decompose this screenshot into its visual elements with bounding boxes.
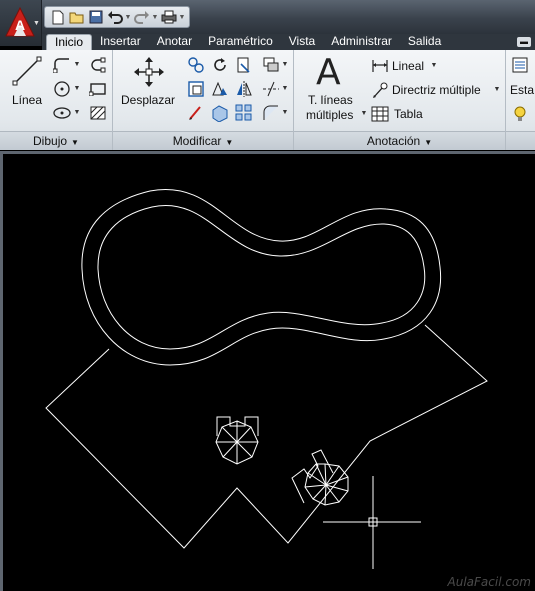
ribbon-minimize-icon[interactable]: ▬ [517,37,531,47]
ellipse-icon[interactable] [52,104,72,122]
multileader-label[interactable]: Directriz múltiple [392,83,481,97]
stretch-icon[interactable] [186,80,206,98]
ribbon: Línea ▼ ▼ ▼ Dibujo ▼ Desplazar ▼ ▼ ▼ Mod… [0,50,535,150]
move-icon[interactable] [133,56,165,88]
linear-dimension-label[interactable]: Lineal [392,59,424,73]
mirror-icon[interactable] [210,80,230,98]
pool-deck-outline[interactable] [45,324,488,549]
panel-modificar-footer[interactable]: Modificar ▼ [113,131,293,150]
panel-modificar-title: Modificar [172,134,222,148]
panel-anotacion-footer[interactable]: Anotación ▼ [294,131,505,150]
linetype-dropdown-icon[interactable]: ▼ [281,80,289,98]
logo-letter: A [15,17,25,33]
line-tool-icon[interactable] [12,56,42,86]
circle-icon[interactable] [52,80,72,98]
copy-icon[interactable] [186,56,206,74]
open-icon[interactable] [68,9,85,26]
panel-anotacion-title: Anotación [366,134,421,148]
draworder-dropdown-icon[interactable]: ▼ [281,56,289,74]
undo-icon[interactable] [106,9,123,26]
tab-anotar[interactable]: Anotar [149,34,200,50]
panel-capas-partial: Esta [506,50,535,150]
rectangle-icon[interactable] [88,80,108,98]
tab-salida[interactable]: Salida [400,34,449,50]
polyline-dropdown-icon[interactable]: ▼ [73,56,81,74]
multileader-dropdown-icon[interactable]: ▼ [493,81,501,99]
autocad-logo-icon: A [5,6,35,37]
application-menu-button[interactable]: A ▼ [0,0,42,46]
mtext-label-line1[interactable]: T. líneas [308,93,353,107]
table-icon[interactable] [370,105,390,123]
mirror-axis-icon[interactable] [234,80,254,98]
tab-administrar[interactable]: Administrar [323,34,400,50]
panel-dibujo: Línea ▼ ▼ ▼ Dibujo ▼ [0,50,113,150]
tab-inicio[interactable]: Inicio [46,34,93,50]
layer-state-label[interactable]: Esta [510,83,534,97]
chevron-down-icon: ▼ [424,138,433,147]
umbrella-table-2[interactable] [291,449,349,506]
array-3d-icon[interactable] [210,104,230,122]
mtext-dropdown-icon[interactable]: ▼ [360,105,368,123]
watermark: AulaFacil.com [447,575,531,589]
redo-icon[interactable] [133,9,150,26]
tab-insertar[interactable]: Insertar [92,34,149,50]
panel-dibujo-footer[interactable]: Dibujo ▼ [0,131,112,150]
arc-icon[interactable] [88,56,108,74]
panel-dibujo-title: Dibujo [33,134,68,148]
linear-dropdown-icon[interactable]: ▼ [430,57,438,75]
redo-dropdown-icon[interactable]: ▼ [152,9,159,26]
panel-modificar: Desplazar ▼ ▼ ▼ Modificar ▼ [113,50,294,150]
mtext-icon[interactable]: A [316,52,341,93]
pool-inner-outline[interactable] [97,204,426,350]
app-menu-arrow-icon: ▼ [33,20,40,27]
multileader-icon[interactable] [370,81,390,99]
draworder-icon[interactable] [261,56,281,74]
quick-access-toolbar: ▼ ▼ ▼ [44,6,190,28]
circle-dropdown-icon[interactable]: ▼ [73,80,81,98]
linetype-icon[interactable] [261,80,281,98]
linear-dimension-icon[interactable] [370,57,390,75]
drawing-model-space[interactable] [0,151,535,591]
panel-capas-footer[interactable] [506,131,535,150]
fillet-dropdown-icon[interactable]: ▼ [281,104,289,122]
layer-properties-icon[interactable] [510,56,530,74]
ribbon-tabs: Inicio Insertar Anotar Paramétrico Vista… [42,34,535,50]
hatch-icon[interactable] [88,104,108,122]
pool-outer-outline[interactable] [81,188,442,366]
trim-icon[interactable] [234,56,254,74]
lightbulb-icon[interactable] [510,105,530,123]
fillet-icon[interactable] [186,104,206,122]
qat-customize-icon[interactable]: ▼ [179,9,186,26]
panel-anotacion: A T. líneas múltiples ▼ Lineal ▼ Directr… [294,50,506,150]
array-icon[interactable] [234,104,254,122]
tab-vista[interactable]: Vista [281,34,323,50]
table-label[interactable]: Tabla [394,107,423,121]
line-tool-label[interactable]: Línea [12,93,42,107]
fillet-corner-icon[interactable] [261,104,281,122]
crosshair-cursor-icon [323,476,421,569]
chevron-down-icon: ▼ [225,138,234,147]
umbrella-table-1[interactable] [215,416,259,465]
plot-icon[interactable] [160,9,177,26]
move-label[interactable]: Desplazar [121,93,175,107]
save-icon[interactable] [87,9,104,26]
ellipse-dropdown-icon[interactable]: ▼ [73,104,81,122]
tab-parametrico[interactable]: Paramétrico [200,34,281,50]
new-icon[interactable] [49,9,66,26]
mtext-label-line2[interactable]: múltiples [306,108,353,122]
rotate-icon[interactable] [210,56,230,74]
undo-dropdown-icon[interactable]: ▼ [125,9,132,26]
chevron-down-icon: ▼ [71,138,79,147]
polyline-icon[interactable] [52,56,72,74]
